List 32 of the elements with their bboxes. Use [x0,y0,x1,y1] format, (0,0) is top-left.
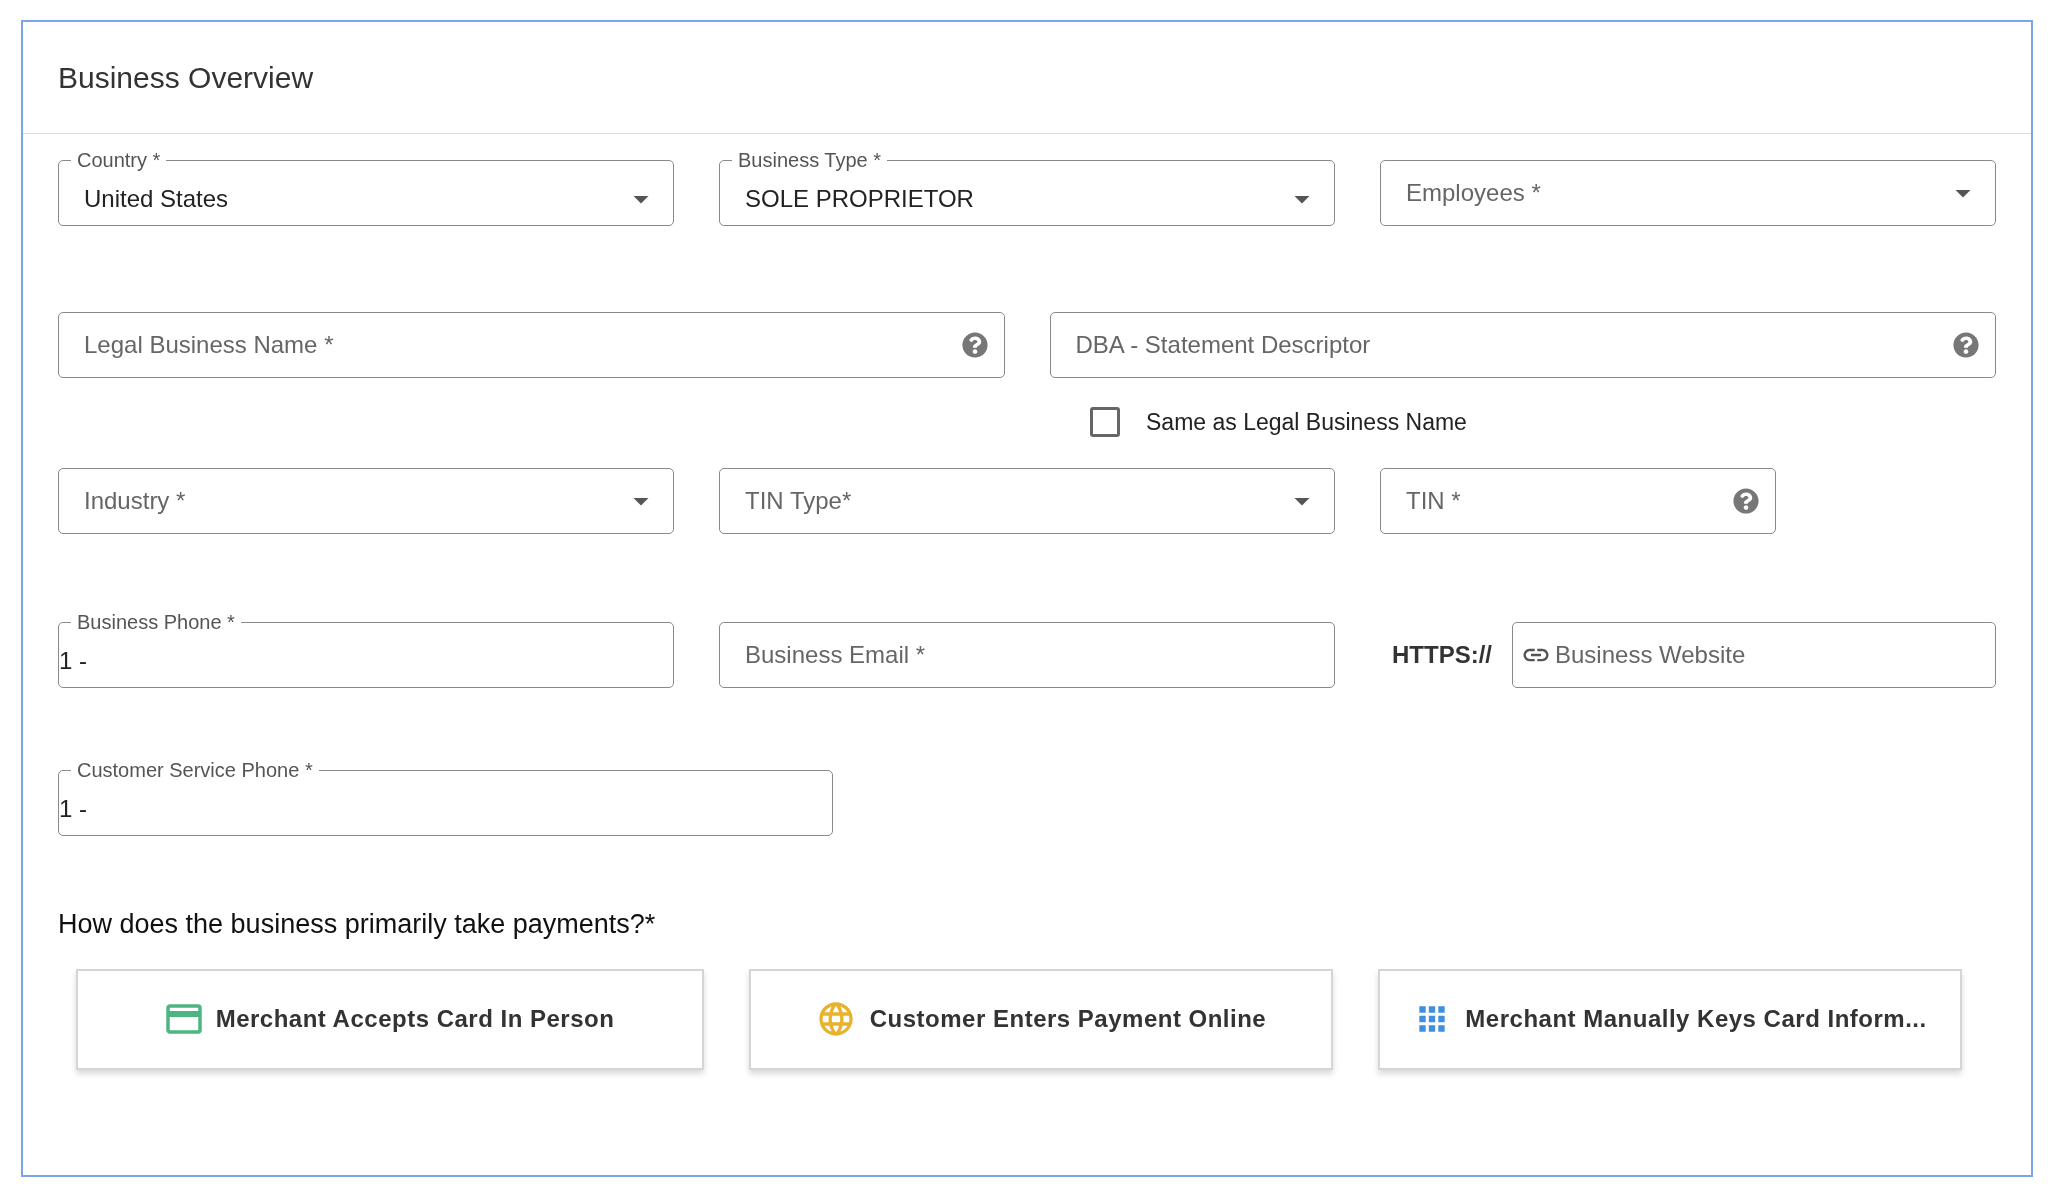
credit-card-icon [165,1004,202,1034]
input-field[interactable]: TIN * [1380,468,1776,534]
dropdown-field[interactable]: TIN Type* [719,468,1335,534]
dropdown-value[interactable]: TIN Type* [720,483,1284,519]
help-icon[interactable] [961,332,988,358]
input-field[interactable]: Legal Business Name * [58,312,1005,378]
dropdown-value[interactable]: United States [59,180,623,217]
input-field[interactable]: Business Website [1512,622,1996,688]
text-input[interactable]: DBA - Statement Descriptor [1050,327,1953,363]
checkbox[interactable] [1090,407,1120,437]
text-input[interactable]: 1 - [59,790,832,827]
dropdown-field[interactable]: Employees * [1380,160,1996,226]
url-prefix: HTTPS:// [1391,640,1492,670]
help-icon[interactable] [1733,488,1759,514]
payment-option-button[interactable]: Merchant Accepts Card In Person [76,968,704,1070]
help-icon[interactable] [1953,332,1979,358]
text-input[interactable]: Business Website [1551,637,1995,673]
input-field[interactable]: Business Email * [719,622,1335,688]
section-title: Business Overview [58,60,314,96]
dropdown-value[interactable]: Employees * [1381,175,1945,211]
payment-option-button[interactable]: Customer Enters Payment Online [749,968,1333,1070]
text-input[interactable]: TIN * [1381,483,1733,519]
payment-question: How does the business primarily take payments?* [58,908,657,941]
dropdown-value[interactable]: Industry * [59,483,623,519]
input-field[interactable]: DBA - Statement Descriptor [1049,312,1996,378]
text-input[interactable]: 1 - [59,642,673,679]
checkbox-label: Same as Legal Business Name [1146,407,1467,437]
payment-option-button[interactable]: Merchant Manually Keys Card Inform... [1378,968,1962,1070]
text-input[interactable]: Legal Business Name * [59,327,962,363]
dropdown-field[interactable]: Industry * [58,468,674,534]
text-input[interactable]: Business Email * [720,637,1334,673]
dropdown-value[interactable]: SOLE PROPRIETOR [720,180,1284,217]
